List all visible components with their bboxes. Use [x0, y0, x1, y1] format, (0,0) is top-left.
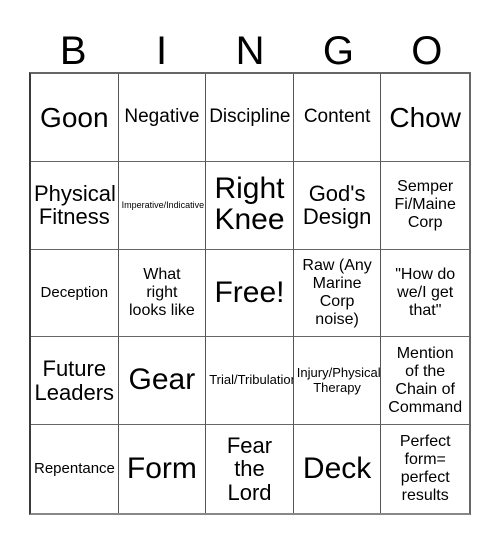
bingo-cell-text: Goon [40, 101, 109, 133]
bingo-cell-text: Right Knee [214, 172, 285, 237]
bingo-cell-text: Deck [302, 451, 372, 485]
bingo-cell-text: Mention of the Chain of Command [388, 344, 463, 416]
bingo-cell-text: Chow [389, 101, 461, 133]
bingo-cell-text: Repentance [34, 459, 115, 477]
bingo-cell-r2c2[interactable]: Imperative/Indicative [118, 161, 207, 250]
bingo-cell-r2c4[interactable]: God's Design [293, 161, 382, 250]
bingo-cell-r3c5[interactable]: "How do we/I get that" [381, 249, 469, 338]
bingo-cell-r5c1[interactable]: Repentance [31, 425, 119, 513]
bingo-cell-r4c1[interactable]: Future Leaders [31, 337, 119, 426]
bingo-cell-text: Gear [128, 363, 196, 397]
bingo-cell-r5c4[interactable]: Deck [293, 425, 382, 513]
bingo-cell-r4c5[interactable]: Mention of the Chain of Command [381, 337, 469, 426]
bingo-cell-r3c4[interactable]: Raw (Any Marine Corp noise) [293, 249, 382, 338]
bingo-cell-r1c5[interactable]: Chow [381, 74, 469, 162]
bingo-header-letter-n: N [235, 29, 265, 73]
bingo-cell-free-space[interactable]: Free! [206, 249, 294, 338]
bingo-cell-r4c3[interactable]: Trial/Tribulation [206, 337, 294, 426]
bingo-header-letter-o: O [411, 29, 443, 73]
bingo-cell-r3c2[interactable]: What right looks like [118, 249, 207, 338]
bingo-header-row: B I N G O [29, 16, 471, 72]
bingo-cell-text: "How do we/I get that" [395, 266, 456, 319]
bingo-header-letter-g: G [322, 29, 354, 73]
bingo-card: B I N G O Goon Negative Discipline Conte… [0, 0, 500, 544]
bingo-cell-text: Discipline [209, 106, 291, 128]
bingo-cell-r2c3[interactable]: Right Knee [206, 161, 294, 250]
bingo-cell-text: Form [126, 451, 197, 485]
bingo-cell-text: Semper Fi/Maine Corp [394, 178, 456, 232]
bingo-cell-text: Fear the Lord [226, 433, 273, 505]
bingo-cell-text: Deception [40, 283, 109, 301]
bingo-cell-r3c1[interactable]: Deception [31, 249, 119, 338]
bingo-cell-text: Injury/Physical Therapy [296, 364, 381, 395]
bingo-cell-r5c5[interactable]: Perfect form= perfect results [381, 425, 469, 513]
bingo-cell-r4c2[interactable]: Gear [118, 337, 207, 426]
bingo-header-letter-b: B [59, 29, 87, 73]
bingo-cell-text: God's Design [302, 180, 372, 230]
bingo-cell-r1c1[interactable]: Goon [31, 74, 119, 162]
bingo-cell-text: Content [303, 106, 371, 128]
bingo-cell-r1c4[interactable]: Content [293, 74, 382, 162]
bingo-free-space-label: Free! [214, 275, 285, 309]
bingo-cell-text: What right looks like [128, 266, 195, 319]
bingo-cell-r5c2[interactable]: Form [118, 425, 207, 513]
bingo-cell-r5c3[interactable]: Fear the Lord [206, 425, 294, 513]
bingo-cell-text: Negative [124, 106, 200, 128]
bingo-cell-text: Imperative/Indicative [121, 200, 205, 211]
bingo-cell-text: Physical Fitness [34, 180, 116, 230]
bingo-cell-r1c2[interactable]: Negative [118, 74, 207, 162]
bingo-cell-r4c4[interactable]: Injury/Physical Therapy [293, 337, 382, 426]
bingo-grid: Goon Negative Discipline Content Chow Ph… [29, 72, 471, 515]
bingo-cell-r1c3[interactable]: Discipline [206, 74, 294, 162]
bingo-cell-text: Future Leaders [34, 356, 115, 405]
bingo-cell-text: Perfect form= perfect results [399, 433, 451, 504]
bingo-cell-r2c1[interactable]: Physical Fitness [31, 161, 119, 250]
bingo-cell-text: Trial/Tribulation [209, 372, 294, 388]
bingo-header-letter-i: I [156, 29, 168, 73]
bingo-cell-r2c5[interactable]: Semper Fi/Maine Corp [381, 161, 469, 250]
bingo-cell-text: Raw (Any Marine Corp noise) [302, 257, 372, 328]
